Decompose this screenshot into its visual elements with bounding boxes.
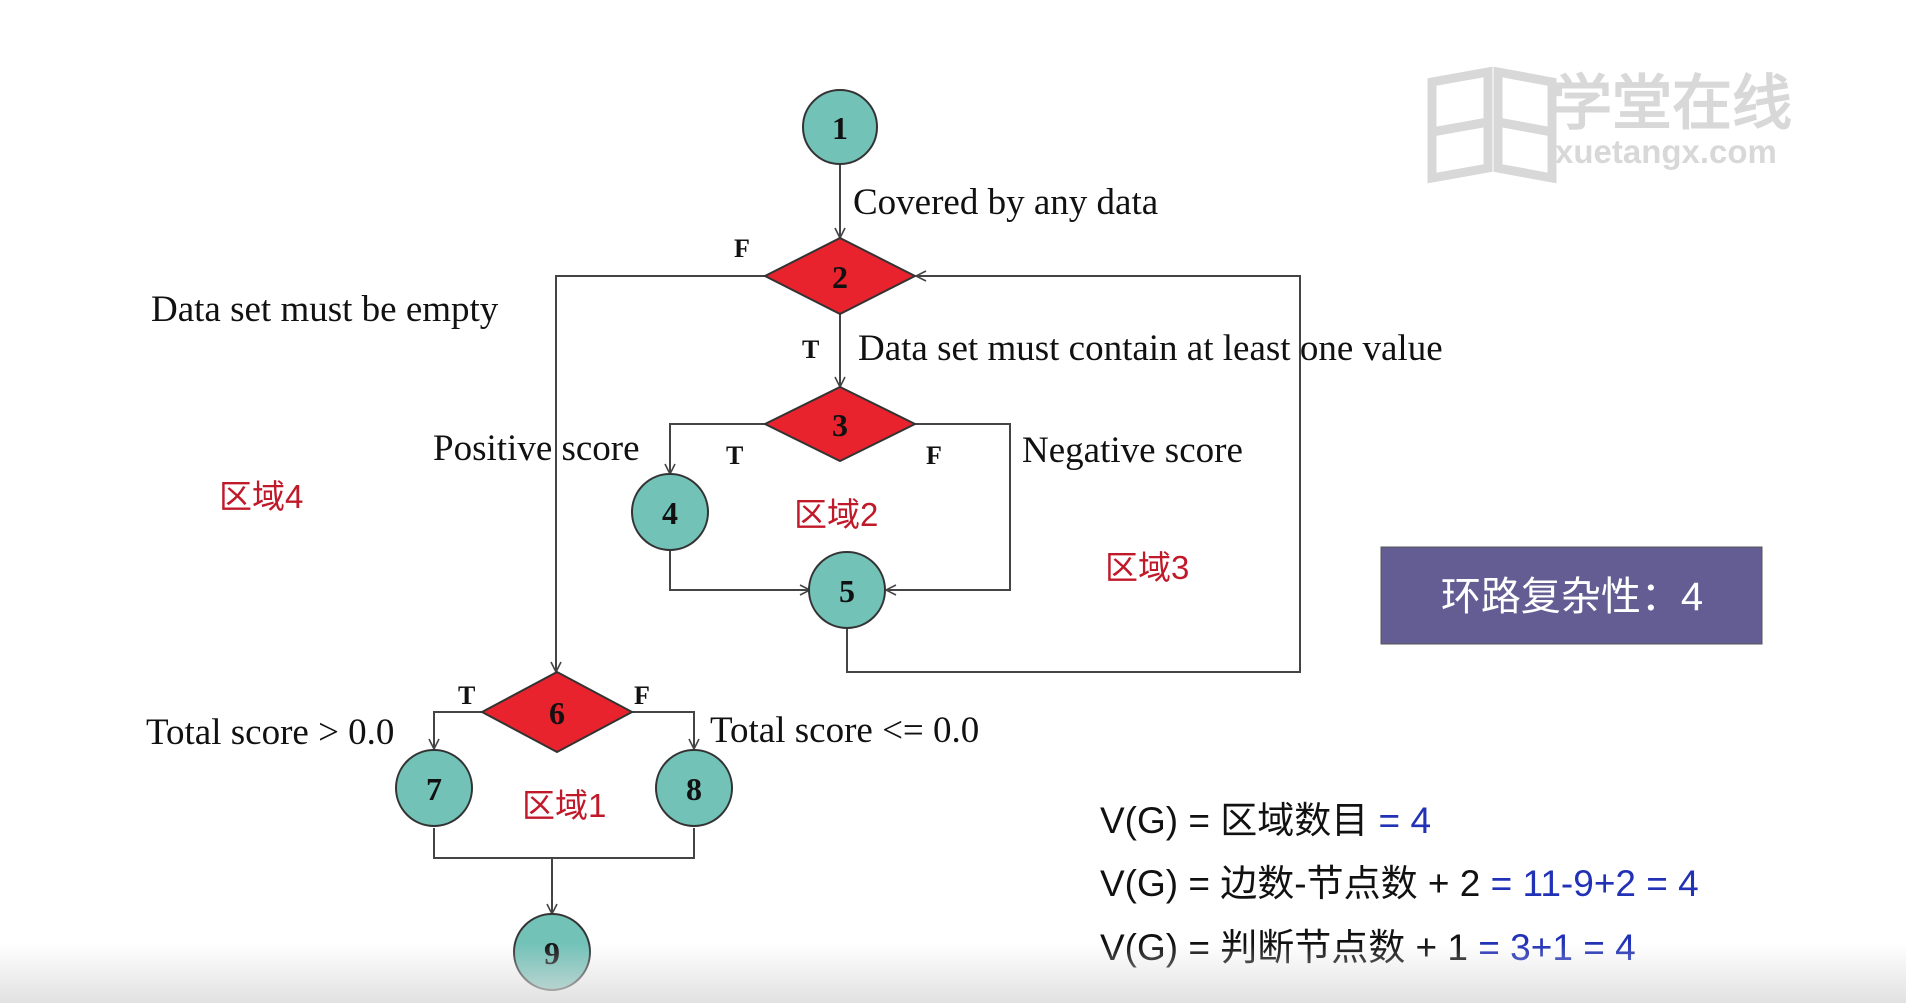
- complexity-box: 环路复杂性：4: [1380, 546, 1763, 645]
- node-4-label: 4: [662, 495, 678, 531]
- region-label-4: 区域4: [219, 478, 303, 515]
- edge-6-7: [434, 711, 482, 749]
- edge-7-9: [433, 828, 695, 859]
- node-7-label: 7: [426, 771, 442, 807]
- formulas: V(G) = 区域数目 = 4 V(G) = 边数-节点数 + 2 = 11-9…: [1100, 800, 1699, 968]
- branch-label-6-false: F: [634, 681, 650, 710]
- branch-label-3-false: F: [926, 441, 942, 470]
- region-label-2: 区域2: [794, 496, 878, 533]
- branch-label-6-true: T: [458, 681, 475, 710]
- node-5-label: 5: [839, 573, 855, 609]
- formula-3: V(G) = 判断节点数 + 1 = 3+1 = 4: [1100, 927, 1636, 968]
- node-9-label: 9: [544, 935, 560, 971]
- branch-label-3-true: T: [726, 441, 743, 470]
- annotation-negative: Negative score: [1022, 430, 1243, 471]
- watermark: 学堂在线 xuetangx.com: [1427, 66, 1792, 184]
- edge-4-5: [669, 550, 810, 590]
- annotation-total-gt: Total score > 0.0: [146, 712, 394, 753]
- node-6-label: 6: [549, 695, 565, 731]
- annotation-total-le: Total score <= 0.0: [710, 710, 979, 751]
- edge-3-4: [670, 423, 765, 474]
- formula-2: V(G) = 边数-节点数 + 2 = 11-9+2 = 4: [1100, 863, 1699, 904]
- edge-3-5: [886, 423, 1011, 590]
- book-logo-icon: [1427, 66, 1557, 184]
- node-3-label: 3: [832, 407, 848, 443]
- annotation-empty: Data set must be empty: [151, 289, 499, 330]
- region-label-3: 区域3: [1105, 549, 1189, 586]
- node-8-label: 8: [686, 771, 702, 807]
- node-1-label: 1: [832, 110, 848, 146]
- region-label-1: 区域1: [522, 787, 606, 824]
- formula-1: V(G) = 区域数目 = 4: [1100, 800, 1431, 841]
- branch-labels: F T T F T F: [458, 234, 942, 710]
- complexity-label: 环路复杂性：4: [1441, 575, 1703, 619]
- annotation-contain: Data set must contain at least one value: [858, 328, 1443, 369]
- control-flow-graph: 学堂在线 xuetangx.com 1 2 3 4 5 6 7 8 9 F T …: [146, 66, 1792, 991]
- watermark-url: xuetangx.com: [1555, 133, 1777, 170]
- node-labels: 1 2 3 4 5 6 7 8 9: [426, 110, 855, 971]
- annotation-positive: Positive score: [433, 428, 640, 469]
- node-2-label: 2: [832, 259, 848, 295]
- branch-label-2-true: T: [802, 335, 819, 364]
- edge-6-8: [632, 711, 694, 749]
- watermark-brand: 学堂在线: [1552, 70, 1792, 137]
- branch-label-2-false: F: [734, 234, 750, 263]
- annotation-covered: Covered by any data: [853, 182, 1158, 223]
- graph-nodes: [395, 89, 918, 991]
- edge-2-6: [556, 275, 765, 672]
